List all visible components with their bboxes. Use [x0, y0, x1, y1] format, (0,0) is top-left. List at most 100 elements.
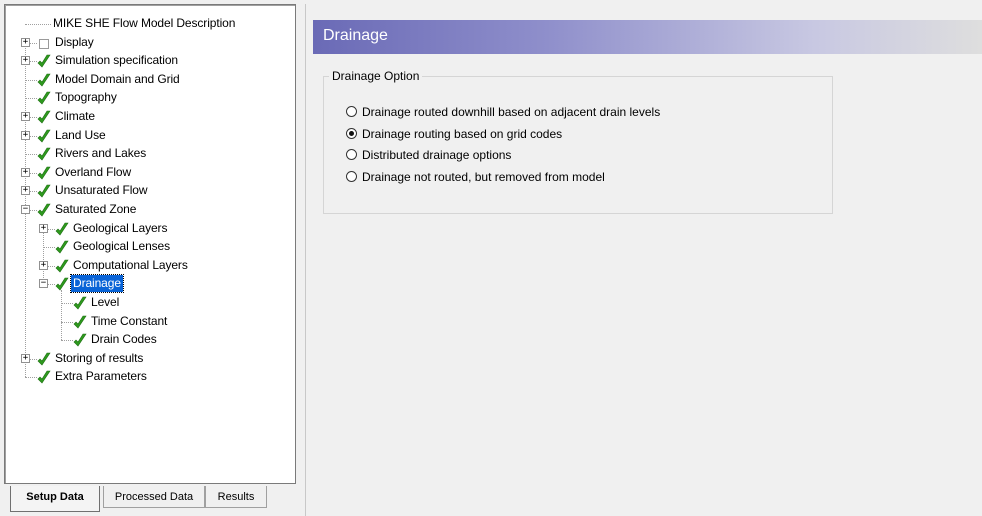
- tree-item-label: Climate: [55, 109, 95, 123]
- green-checkmark-icon: [37, 352, 51, 366]
- green-checkmark-icon: [37, 166, 51, 180]
- tree-item-time-constant[interactable]: Time Constant: [5, 313, 295, 331]
- drainage-settings-panel: Drainage Drainage Option Drainage routed…: [313, 4, 982, 516]
- radio-option-label: Drainage not routed, but removed from mo…: [362, 170, 605, 184]
- tab-processed-data-label: Processed Data: [114, 491, 194, 503]
- collapse-minus-icon[interactable]: −: [39, 279, 48, 288]
- expand-plus-icon[interactable]: +: [21, 131, 30, 140]
- tree-item-label: Display: [55, 35, 94, 49]
- tree-item-label: Topography: [55, 90, 117, 104]
- expand-plus-icon[interactable]: +: [21, 186, 30, 195]
- tree-item-topography[interactable]: Topography: [5, 89, 295, 107]
- tree-item-label: Geological Layers: [73, 221, 168, 235]
- tree-item-label: Rivers and Lakes: [55, 146, 147, 160]
- tree-connector-line: [61, 303, 73, 304]
- tree-item-storing-of-results[interactable]: + Storing of results: [5, 350, 295, 368]
- panel-title: Drainage: [323, 27, 388, 44]
- tree-item-land-use[interactable]: + Land Use: [5, 127, 295, 145]
- collapse-minus-icon[interactable]: −: [21, 205, 30, 214]
- green-checkmark-icon: [37, 73, 51, 87]
- tree-item-label: Extra Parameters: [55, 369, 147, 383]
- tree-item-simulation-specification[interactable]: + Simulation specification: [5, 52, 295, 70]
- expand-plus-icon[interactable]: +: [21, 168, 30, 177]
- tree-item-label: Simulation specification: [55, 53, 178, 67]
- green-checkmark-icon: [37, 203, 51, 217]
- tree-item-label: Time Constant: [91, 314, 168, 328]
- tree-item-label: Computational Layers: [73, 258, 188, 272]
- navigation-tree-panel: MIKE SHE Flow Model Description + Display +…: [4, 4, 296, 484]
- tree-item-level[interactable]: Level: [5, 294, 295, 312]
- tree-item-label: Unsaturated Flow: [55, 183, 148, 197]
- tree-item-climate[interactable]: + Climate: [5, 108, 295, 126]
- empty-checkbox-icon: [39, 39, 49, 49]
- tree-connector-line: [25, 377, 37, 378]
- radio-button[interactable]: [346, 171, 357, 182]
- green-checkmark-icon: [37, 54, 51, 68]
- tree-item-geological-layers[interactable]: + Geological Layers: [5, 220, 295, 238]
- tab-setup-data[interactable]: Setup Data: [10, 486, 100, 512]
- tree-connector-line: [43, 247, 55, 248]
- tree-item-overland-flow[interactable]: + Overland Flow: [5, 164, 295, 182]
- tree-connector-line: [25, 24, 51, 25]
- expand-plus-icon[interactable]: +: [39, 261, 48, 270]
- tab-setup-data-label: Setup Data: [26, 491, 84, 503]
- green-checkmark-icon: [37, 147, 51, 161]
- tree-connector-line: [61, 340, 73, 341]
- panel-splitter[interactable]: [305, 4, 306, 516]
- tree-item-drainage[interactable]: − Drainage: [5, 274, 295, 293]
- green-checkmark-icon: [37, 91, 51, 105]
- tree-item-mike-she-flow-model-description[interactable]: MIKE SHE Flow Model Description: [5, 15, 295, 33]
- expand-plus-icon[interactable]: +: [21, 112, 30, 121]
- tree-item-label: Drain Codes: [91, 332, 157, 346]
- tree-item-saturated-zone[interactable]: − Saturated Zone: [5, 201, 295, 219]
- drainage-option-group: Drainage Option Drainage routed downhill…: [323, 69, 833, 214]
- tree-item-label: Level: [91, 295, 120, 309]
- tree-item-display[interactable]: + Display: [5, 34, 295, 52]
- tab-results[interactable]: Results: [205, 486, 267, 508]
- green-checkmark-icon: [73, 296, 87, 310]
- radio-button[interactable]: [346, 106, 357, 117]
- tree-connector-line: [25, 154, 37, 155]
- radio-option-label: Distributed drainage options: [362, 148, 512, 162]
- tree-connector-line: [61, 322, 73, 323]
- tree-item-label: Storing of results: [55, 351, 144, 365]
- tree-item-label: Drainage: [70, 274, 124, 293]
- tree-item-model-domain-and-grid[interactable]: Model Domain and Grid: [5, 71, 295, 89]
- expand-plus-icon[interactable]: +: [21, 56, 30, 65]
- expand-plus-icon[interactable]: +: [39, 224, 48, 233]
- tree-item-drain-codes[interactable]: Drain Codes: [5, 331, 295, 349]
- tree-item-unsaturated-flow[interactable]: + Unsaturated Flow: [5, 182, 295, 200]
- green-checkmark-icon: [37, 129, 51, 143]
- tab-results-label: Results: [217, 491, 255, 503]
- radio-button[interactable]: [346, 149, 357, 160]
- tree-item-label: Saturated Zone: [55, 202, 137, 216]
- tree-item-label: MIKE SHE Flow Model Description: [53, 16, 236, 30]
- radio-option-label: Drainage routed downhill based on adjace…: [362, 105, 661, 119]
- green-checkmark-icon: [55, 259, 69, 273]
- green-checkmark-icon: [73, 315, 87, 329]
- tree-connector-line: [25, 98, 37, 99]
- panel-title-bar: Drainage: [313, 20, 982, 54]
- expand-plus-icon[interactable]: +: [21, 38, 30, 47]
- tree-item-label: Land Use: [55, 128, 106, 142]
- expand-plus-icon[interactable]: +: [21, 354, 30, 363]
- tree-connector-line: [25, 80, 37, 81]
- green-checkmark-icon: [73, 333, 87, 347]
- green-checkmark-icon: [55, 222, 69, 236]
- tree-item-geological-lenses[interactable]: Geological Lenses: [5, 238, 295, 256]
- green-checkmark-icon: [37, 184, 51, 198]
- green-checkmark-icon: [55, 240, 69, 254]
- green-checkmark-icon: [37, 110, 51, 124]
- tree-item-label: Model Domain and Grid: [55, 72, 180, 86]
- tab-processed-data[interactable]: Processed Data: [103, 486, 205, 508]
- radio-option-label: Drainage routing based on grid codes: [362, 127, 563, 141]
- tree-item-rivers-and-lakes[interactable]: Rivers and Lakes: [5, 145, 295, 163]
- drainage-option-group-label: Drainage Option: [329, 69, 423, 83]
- tree-item-extra-parameters[interactable]: Extra Parameters: [5, 368, 295, 386]
- tree-item-computational-layers[interactable]: + Computational Layers: [5, 257, 295, 275]
- bottom-tab-bar: Setup Data Processed Data Results: [0, 484, 300, 516]
- green-checkmark-icon: [37, 370, 51, 384]
- tree-item-label: Overland Flow: [55, 165, 132, 179]
- radio-button[interactable]: [346, 128, 357, 139]
- green-checkmark-icon: [55, 277, 69, 291]
